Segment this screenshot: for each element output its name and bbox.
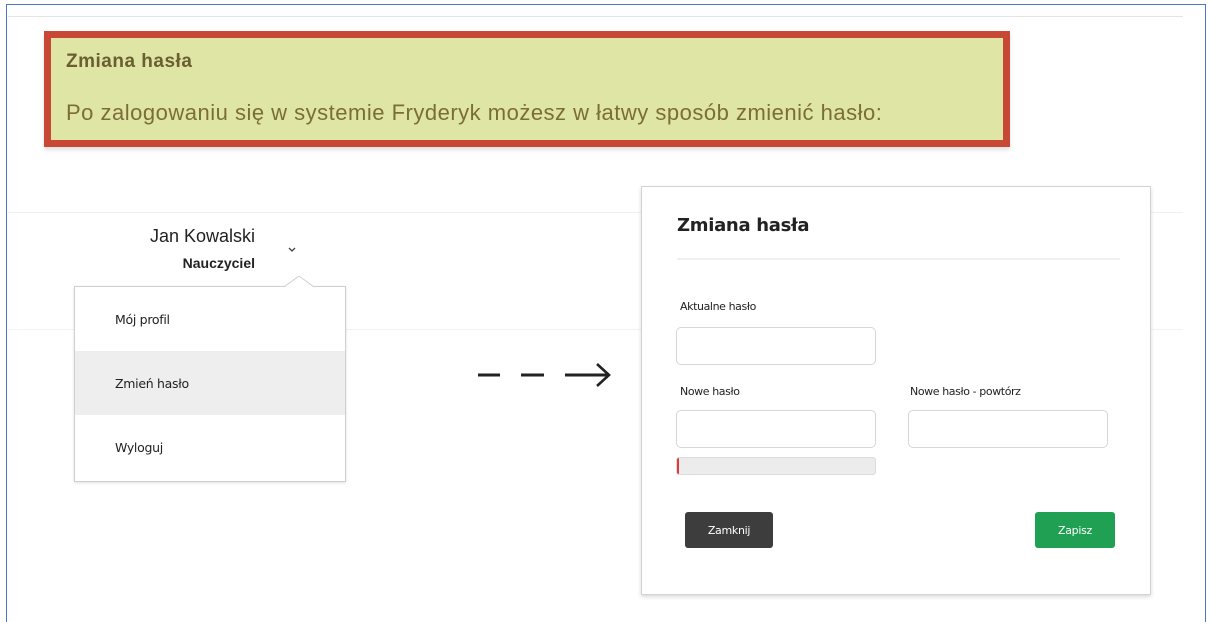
save-button[interactable]: Zapisz bbox=[1035, 512, 1115, 548]
user-role: Nauczyciel bbox=[182, 255, 255, 271]
chevron-down-icon[interactable] bbox=[284, 244, 300, 256]
change-password-dialog: Zmiana hasła Aktualne hasło Nowe hasło N… bbox=[641, 186, 1151, 595]
new-password-label: Nowe hasło bbox=[680, 385, 740, 398]
current-password-label: Aktualne hasło bbox=[680, 300, 756, 313]
password-strength-fill bbox=[677, 458, 680, 474]
user-dropdown-menu: Mój profil Zmień hasło Wyloguj bbox=[74, 286, 346, 482]
menu-item-logout[interactable]: Wyloguj bbox=[75, 415, 345, 479]
repeat-password-label: Nowe hasło - powtórz bbox=[910, 385, 1021, 398]
user-name[interactable]: Jan Kowalski bbox=[150, 226, 255, 247]
repeat-password-input[interactable] bbox=[908, 410, 1108, 448]
dialog-title: Zmiana hasła bbox=[677, 215, 810, 236]
menu-item-change-password[interactable]: Zmień hasło bbox=[75, 351, 345, 415]
menu-item-my-profile[interactable]: Mój profil bbox=[75, 287, 345, 351]
close-button[interactable]: Zamknij bbox=[685, 512, 773, 548]
notice-title: Zmiana hasła bbox=[66, 51, 193, 72]
notice-box: Zmiana hasła Po zalogowaniu się w system… bbox=[44, 31, 1010, 147]
password-strength-bar bbox=[676, 457, 876, 475]
current-password-input[interactable] bbox=[676, 327, 876, 365]
new-password-input[interactable] bbox=[676, 410, 876, 448]
dropdown-caret bbox=[284, 276, 314, 288]
dashed-arrow-right-icon bbox=[478, 363, 611, 387]
notice-text: Po zalogowaniu się w systemie Fryderyk m… bbox=[66, 100, 883, 125]
divider bbox=[8, 16, 1183, 17]
dialog-divider bbox=[677, 258, 1120, 260]
